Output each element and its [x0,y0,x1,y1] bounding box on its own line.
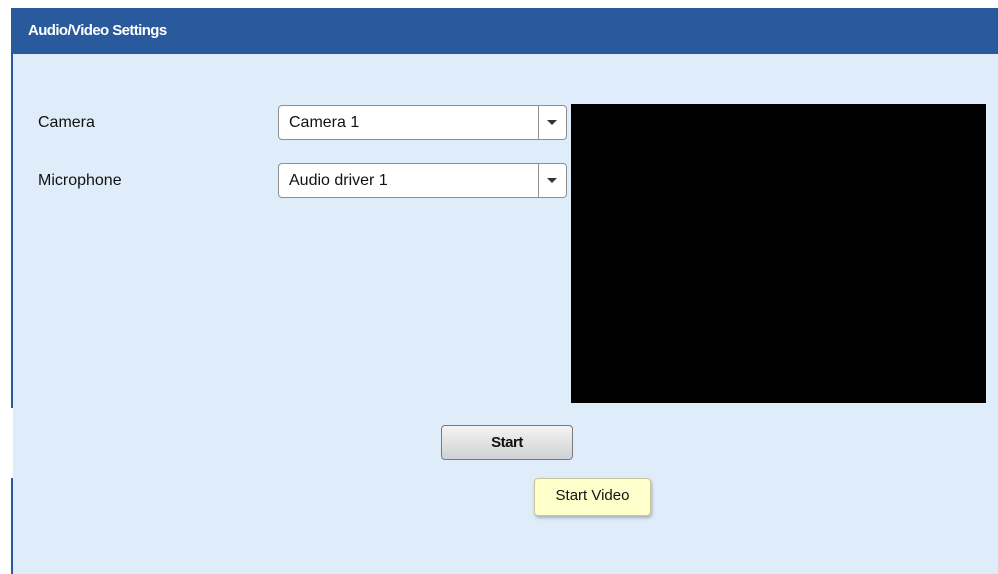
panel-border [11,54,13,408]
panel-gap [0,408,13,478]
audio-video-settings-window: Audio/Video Settings Camera Camera 1 Mic… [0,0,998,574]
chevron-down-icon [547,120,557,125]
microphone-select[interactable]: Audio driver 1 [278,163,567,198]
camera-dropdown-button[interactable] [538,106,566,139]
chevron-down-icon [547,178,557,183]
camera-select-value: Camera 1 [289,114,360,131]
start-button[interactable]: Start [441,425,573,460]
microphone-select-value: Audio driver 1 [289,172,388,189]
video-preview [571,104,986,403]
microphone-label: Microphone [38,172,122,189]
panel-border [11,478,13,574]
title-bar: Audio/Video Settings [11,8,998,54]
microphone-dropdown-button[interactable] [538,164,566,197]
camera-label: Camera [38,114,95,131]
start-video-tooltip: Start Video [534,478,651,516]
camera-select[interactable]: Camera 1 [278,105,567,140]
window-title: Audio/Video Settings [28,22,167,39]
